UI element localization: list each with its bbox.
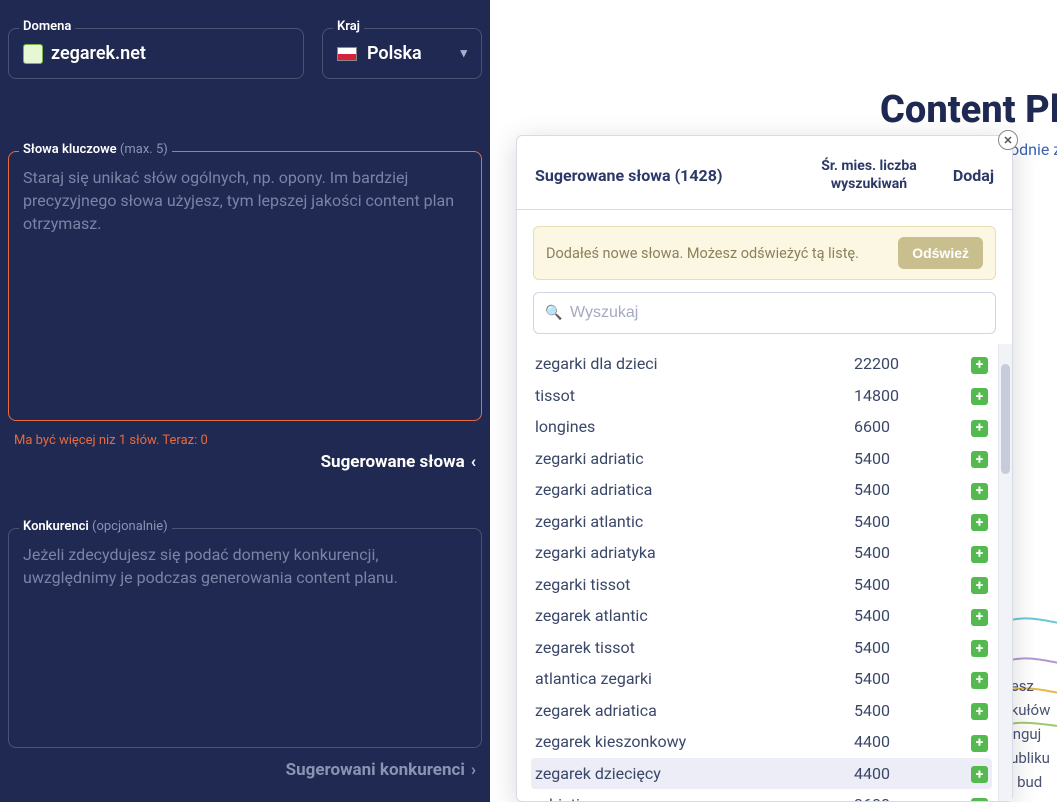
domain-value: zegarek.net xyxy=(51,43,146,64)
country-value: Polska xyxy=(367,43,422,64)
suggestion-row[interactable]: zegarki adriatic5400 + xyxy=(531,443,992,475)
competitors-label: Konkurenci (opcjonalnie) xyxy=(19,519,172,534)
chevron-right-icon: › xyxy=(471,760,476,780)
suggestion-volume: 5400 xyxy=(854,606,954,625)
suggestion-row[interactable]: zegarek adriatica5400 + xyxy=(531,695,992,727)
suggestion-volume: 5400 xyxy=(854,638,954,657)
suggestion-term: zegarki atlantic xyxy=(535,512,854,531)
suggestion-row[interactable]: zegarki dla dzieci22200 + xyxy=(531,348,992,380)
suggestion-row[interactable]: zegarki tissot5400 + xyxy=(531,569,992,601)
suggestion-term: zegarek atlantic xyxy=(535,606,854,625)
suggestion-row[interactable]: zegarki atlantic5400 + xyxy=(531,506,992,538)
country-select[interactable]: Kraj Polska ▾ xyxy=(322,28,482,79)
add-button[interactable]: + xyxy=(971,640,988,657)
suggestion-term: atlantica zegarki xyxy=(535,669,854,688)
keywords-label: Słowa kluczowe (max. 5) xyxy=(19,142,172,157)
domain-field[interactable]: Domena zegarek.net xyxy=(8,28,304,79)
country-label: Kraj xyxy=(333,19,364,34)
suggestion-row[interactable]: zegarki adriatyka5400 + xyxy=(531,537,992,569)
add-button[interactable]: + xyxy=(971,514,988,531)
add-button[interactable]: + xyxy=(971,388,988,405)
banner-text: Dodałeś nowe słowa. Możesz odświeżyć tą … xyxy=(546,245,859,262)
suggestion-term: longines xyxy=(535,417,854,436)
keywords-error: Ma być więcej niz 1 słów. Teraz: 0 xyxy=(14,433,482,448)
suggestion-volume: 14800 xyxy=(854,386,954,405)
suggestion-term: zegarek kieszonkowy xyxy=(535,732,854,751)
keywords-field[interactable]: Słowa kluczowe (max. 5) Staraj się unika… xyxy=(8,151,482,421)
header-suggested: Sugerowane słowa (1428) xyxy=(535,166,804,185)
header-searches: Śr. mies. liczba wyszukiwań xyxy=(804,158,934,193)
suggested-words-popup: ✕ Sugerowane słowa (1428) Śr. mies. licz… xyxy=(516,135,1013,802)
suggestion-volume: 5400 xyxy=(854,701,954,720)
suggested-competitors-link[interactable]: Sugerowani konkurenci › xyxy=(8,760,476,780)
suggestion-term: zegarek tissot xyxy=(535,638,854,657)
suggestion-term: zegarki tissot xyxy=(535,575,854,594)
suggestion-volume: 3600 xyxy=(854,795,954,801)
competitors-field[interactable]: Konkurenci (opcjonalnie) Jeżeli zdecyduj… xyxy=(8,528,482,748)
suggestion-term: adriatica xyxy=(535,795,854,801)
suggestion-term: zegarki adriatyka xyxy=(535,543,854,562)
suggestion-row[interactable]: longines6600 + xyxy=(531,411,992,443)
chevron-left-icon: ‹ xyxy=(471,452,476,472)
suggestions-list: zegarki dla dzieci22200+tissot14800+long… xyxy=(517,344,998,801)
page-title: Content Pl xyxy=(880,88,1057,132)
add-button[interactable]: + xyxy=(971,703,988,720)
suggestion-row[interactable]: atlantica zegarki5400 + xyxy=(531,663,992,695)
suggestion-row[interactable]: tissot14800 + xyxy=(531,380,992,412)
sidebar: Domena zegarek.net Kraj Polska ▾ Słowa k… xyxy=(0,0,490,802)
search-wrap: 🔍 xyxy=(533,292,996,334)
suggestion-volume: 4400 xyxy=(854,764,954,783)
poland-flag-icon xyxy=(337,47,357,61)
suggestion-volume: 5400 xyxy=(854,669,954,688)
suggestion-volume: 4400 xyxy=(854,732,954,751)
suggestion-row[interactable]: zegarek tissot5400 + xyxy=(531,632,992,664)
search-input[interactable] xyxy=(533,292,996,334)
add-button[interactable]: + xyxy=(971,735,988,752)
domain-label: Domena xyxy=(19,19,75,34)
competitors-placeholder: Jeżeli zdecydujesz się podać domeny konk… xyxy=(23,543,467,589)
add-button[interactable]: + xyxy=(971,672,988,689)
add-button[interactable]: + xyxy=(971,357,988,374)
scrollbar-thumb[interactable] xyxy=(1001,364,1010,474)
suggestion-volume: 5400 xyxy=(854,543,954,562)
add-button[interactable]: + xyxy=(971,546,988,563)
add-button[interactable]: + xyxy=(971,483,988,500)
close-icon[interactable]: ✕ xyxy=(998,130,1018,150)
suggestion-row[interactable]: zegarek dziecięcy4400 + xyxy=(531,758,992,790)
refresh-banner: Dodałeś nowe słowa. Możesz odświeżyć tą … xyxy=(533,226,996,280)
add-button[interactable]: + xyxy=(971,577,988,594)
suggestion-term: zegarki adriatica xyxy=(535,480,854,499)
suggestion-volume: 5400 xyxy=(854,512,954,531)
chevron-down-icon: ▾ xyxy=(460,46,467,61)
add-button[interactable]: + xyxy=(971,766,988,783)
add-button[interactable]: + xyxy=(971,420,988,437)
suggestion-volume: 6600 xyxy=(854,417,954,436)
suggestion-volume: 5400 xyxy=(854,449,954,468)
suggestion-row[interactable]: zegarki adriatica5400 + xyxy=(531,474,992,506)
suggested-words-link[interactable]: Sugerowane słowa ‹ xyxy=(8,452,476,472)
refresh-button[interactable]: Odśwież xyxy=(898,237,983,269)
suggestion-volume: 5400 xyxy=(854,480,954,499)
add-button[interactable]: + xyxy=(971,451,988,468)
search-icon: 🔍 xyxy=(545,305,562,321)
scrollbar[interactable] xyxy=(998,344,1012,801)
suggestion-term: tissot xyxy=(535,386,854,405)
suggestion-volume: 22200 xyxy=(854,354,954,373)
suggestion-row[interactable]: adriatica3600 + xyxy=(531,789,992,801)
keywords-placeholder: Staraj się unikać słów ogólnych, np. opo… xyxy=(23,166,467,236)
domain-favicon xyxy=(23,44,43,64)
header-add: Dodaj xyxy=(934,166,994,185)
suggestion-row[interactable]: zegarek kieszonkowy4400 + xyxy=(531,726,992,758)
add-button[interactable]: + xyxy=(971,798,988,802)
suggestion-term: zegarki dla dzieci xyxy=(535,354,854,373)
add-button[interactable]: + xyxy=(971,609,988,626)
suggestion-term: zegarki adriatic xyxy=(535,449,854,468)
suggestion-row[interactable]: zegarek atlantic5400 + xyxy=(531,600,992,632)
suggestion-term: zegarek adriatica xyxy=(535,701,854,720)
suggestion-term: zegarek dziecięcy xyxy=(535,764,854,783)
suggestion-volume: 5400 xyxy=(854,575,954,594)
popup-header: Sugerowane słowa (1428) Śr. mies. liczba… xyxy=(517,136,1012,210)
